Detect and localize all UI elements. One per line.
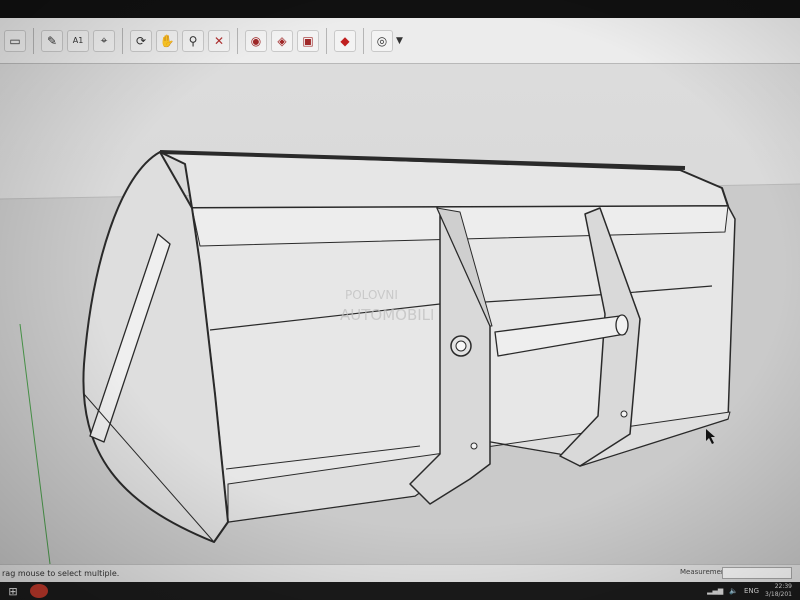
extension-tool-icon[interactable]: ▣ bbox=[297, 29, 319, 52]
system-tray: ▂▄▆ 🔈 ENG 22:39 3/18/201 bbox=[707, 582, 792, 600]
mount-rod-end bbox=[615, 314, 629, 336]
bolt-hole bbox=[470, 442, 478, 450]
warehouse-tool-icon[interactable]: ◉ bbox=[245, 29, 267, 52]
monitor-bezel bbox=[0, 0, 800, 18]
tape-tool-icon[interactable]: ⌖ bbox=[93, 29, 115, 52]
sketchup-app-icon[interactable] bbox=[30, 584, 48, 598]
monitor-screen: ▭ ✎ A1 ⌖ ⟳ ✋ ⚲ ✕ ◉ ◈ ▣ ◆ ◎ ▼ POLOVNI AUT… bbox=[0, 0, 800, 600]
select-tool-icon[interactable]: ▭ bbox=[4, 29, 26, 52]
3d-viewport[interactable]: POLOVNI AUTOMOBILI bbox=[0, 64, 800, 564]
measurements-input[interactable] bbox=[722, 567, 792, 579]
toolbar-separator bbox=[363, 27, 364, 54]
toolbar-separator bbox=[326, 27, 327, 54]
clock[interactable]: 22:39 3/18/201 bbox=[765, 583, 792, 599]
zoom-extents-tool-icon[interactable]: ✕ bbox=[208, 29, 230, 52]
windows-start-icon[interactable]: ⊞ bbox=[0, 582, 26, 600]
ruby-tool-icon[interactable]: ◆ bbox=[334, 29, 356, 52]
network-icon[interactable]: ▂▄▆ bbox=[707, 587, 723, 595]
pin-hole-inner bbox=[455, 340, 467, 352]
toolbar-separator bbox=[122, 27, 123, 54]
watermark-line2: AUTOMOBILI bbox=[340, 306, 434, 324]
language-indicator[interactable]: ENG bbox=[744, 587, 759, 595]
bolt-hole bbox=[620, 410, 628, 418]
clock-date: 3/18/201 bbox=[765, 591, 792, 598]
watermark-line1: POLOVNI bbox=[345, 288, 398, 302]
toolbar-separator bbox=[237, 27, 238, 54]
account-dropdown-caret-icon[interactable]: ▼ bbox=[396, 36, 403, 46]
toolbar-separator bbox=[33, 27, 34, 54]
clock-time: 22:39 bbox=[774, 583, 792, 590]
pan-tool-icon[interactable]: ✋ bbox=[156, 29, 178, 52]
os-taskbar: ⊞ ▂▄▆ 🔈 ENG 22:39 3/18/201 bbox=[0, 582, 800, 600]
text-tool-icon[interactable]: A1 bbox=[67, 29, 89, 52]
status-hint-text: rag mouse to select multiple. bbox=[2, 569, 120, 578]
model-canvas[interactable]: POLOVNI AUTOMOBILI bbox=[0, 64, 800, 564]
zoom-tool-icon[interactable]: ⚲ bbox=[182, 29, 204, 52]
account-tool-icon[interactable]: ◎ bbox=[371, 29, 393, 52]
status-bar: rag mouse to select multiple. Measuremen… bbox=[0, 564, 800, 582]
paint-tool-icon[interactable]: ✎ bbox=[41, 29, 63, 52]
main-toolbar: ▭ ✎ A1 ⌖ ⟳ ✋ ⚲ ✕ ◉ ◈ ▣ ◆ ◎ ▼ bbox=[0, 18, 800, 64]
orbit-tool-icon[interactable]: ⟳ bbox=[130, 29, 152, 52]
volume-icon[interactable]: 🔈 bbox=[729, 587, 738, 595]
components-tool-icon[interactable]: ◈ bbox=[271, 29, 293, 52]
